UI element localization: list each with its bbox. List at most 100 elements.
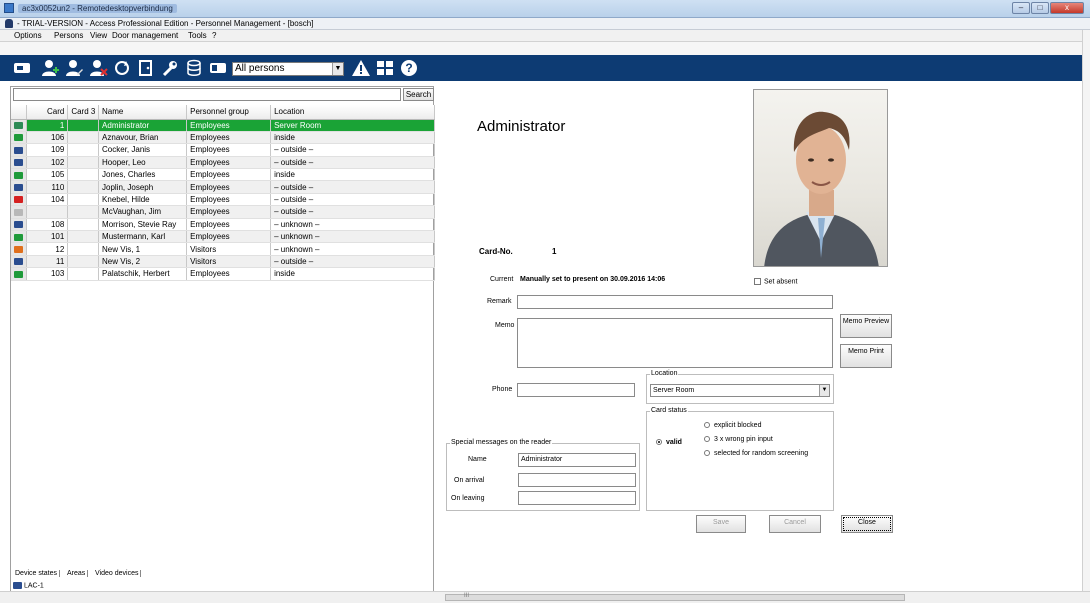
status-wrong-pin-radio[interactable]: 3 x wrong pin input [704, 436, 773, 443]
memo-preview-button[interactable]: Memo Preview [840, 314, 892, 338]
person-table: Card Card 3 Name Personnel group Locatio… [11, 105, 435, 281]
table-row[interactable]: McVaughan, Jim Employees – outside – [11, 205, 435, 219]
cell-card: 101 [26, 230, 69, 244]
scroll-thumb[interactable]: III [445, 593, 905, 601]
close-window-button[interactable]: x [1050, 2, 1084, 14]
id-card-icon [14, 208, 23, 216]
column-header-icon[interactable] [11, 105, 28, 120]
cell-card: 106 [26, 131, 69, 145]
id-card-icon [14, 221, 23, 229]
close-button[interactable]: Close [841, 515, 893, 533]
on-leaving-field[interactable] [518, 491, 636, 505]
tab-areas[interactable]: Areas [65, 570, 89, 577]
memo-print-button[interactable]: Memo Print [840, 344, 892, 368]
status-valid-radio[interactable]: valid [656, 439, 682, 446]
wrench-icon[interactable] [160, 58, 180, 78]
table-row[interactable]: 106 Aznavour, Brian Employees inside [11, 131, 435, 145]
table-row[interactable]: 108 Morrison, Stevie Ray Employees – unknow… [11, 218, 435, 232]
grid-view-icon[interactable] [375, 58, 395, 78]
alarm-warning-icon[interactable] [351, 58, 371, 78]
menu-tools[interactable]: Tools [188, 31, 207, 40]
card-status-caption: Card status [650, 407, 688, 414]
set-absent-checkbox[interactable]: Set absent [754, 278, 797, 285]
search-input[interactable] [13, 88, 401, 101]
status-blocked-radio[interactable]: explicit blocked [704, 422, 761, 429]
cell-card3 [67, 205, 100, 219]
cell-personnel-group: Employees [186, 230, 272, 244]
person-app-icon [5, 19, 13, 28]
cell-card3 [67, 255, 100, 269]
chevron-down-icon[interactable]: ▼ [332, 63, 343, 75]
on-arrival-field[interactable] [518, 473, 636, 487]
memo-textarea[interactable] [517, 318, 833, 368]
badge-icon[interactable] [208, 58, 228, 78]
table-row[interactable]: 109 Cocker, Janis Employees – outside – [11, 143, 435, 157]
table-row[interactable]: 101 Mustermann, Karl Employees – unknown – [11, 230, 435, 244]
column-header-card[interactable]: Card [26, 105, 69, 120]
vertical-scrollbar[interactable] [1082, 30, 1090, 591]
refresh-icon[interactable] [112, 58, 132, 78]
cell-personnel-group: Employees [186, 193, 272, 207]
cancel-button[interactable]: Cancel [769, 515, 821, 533]
tab-device-states[interactable]: Device states [13, 570, 61, 577]
card-reader-icon[interactable] [12, 58, 32, 78]
row-status-icon [11, 230, 28, 244]
edit-person-icon[interactable] [64, 58, 84, 78]
row-status-icon [11, 193, 28, 207]
menu-view[interactable]: View [90, 31, 107, 40]
remark-field[interactable] [517, 295, 833, 309]
table-row[interactable]: 110 Joplin, Joseph Employees – outside – [11, 180, 435, 194]
menu-options[interactable]: Options [14, 31, 42, 40]
menu-persons[interactable]: Persons [54, 31, 83, 40]
cell-name: Mustermann, Karl [98, 230, 188, 244]
tab-video-devices[interactable]: Video devices [93, 570, 142, 577]
column-header-location[interactable]: Location [270, 105, 435, 120]
menu-help[interactable]: ? [212, 31, 216, 40]
controller-icon [13, 582, 22, 589]
search-button[interactable]: Search [403, 88, 434, 101]
reader-name-field[interactable]: Administrator [518, 453, 636, 467]
phone-field[interactable] [517, 383, 635, 397]
device-list-item[interactable]: LAC-1 [13, 582, 44, 589]
person-filter-value: All persons [235, 63, 285, 74]
remote-desktop-icon [4, 3, 14, 13]
save-button[interactable]: Save [696, 515, 746, 533]
id-card-icon [14, 258, 23, 266]
table-row[interactable]: 102 Hooper, Leo Employees – outside – [11, 156, 435, 170]
table-row[interactable]: 103 Palatschik, Herbert Employees inside [11, 267, 435, 281]
row-status-icon [11, 131, 28, 145]
table-row[interactable]: 105 Jones, Charles Employees inside [11, 168, 435, 182]
cell-personnel-group: Employees [186, 156, 272, 170]
cell-card3 [67, 230, 100, 244]
table-row[interactable]: 104 Knebel, Hilde Employees – outside – [11, 193, 435, 207]
table-row[interactable]: 12 New Vis, 1 Visitors – unknown – [11, 242, 435, 256]
location-select[interactable]: Server Room ▼ [650, 384, 830, 397]
set-absent-label: Set absent [764, 278, 798, 286]
horizontal-scrollbar[interactable]: III [0, 591, 1090, 603]
table-row[interactable]: 11 New Vis, 2 Visitors – outside – [11, 255, 435, 269]
cell-card: 105 [26, 168, 69, 182]
chevron-down-icon[interactable]: ▼ [819, 385, 829, 396]
cell-name: Aznavour, Brian [98, 131, 188, 145]
cell-name: Cocker, Janis [98, 143, 188, 157]
status-random-radio[interactable]: selected for random screening [704, 450, 808, 457]
cell-card3 [67, 193, 100, 207]
column-header-personnel-group[interactable]: Personnel group [186, 105, 272, 120]
minimize-button[interactable]: – [1012, 2, 1030, 14]
door-icon[interactable] [136, 58, 156, 78]
person-filter-select[interactable]: All persons ▼ [232, 62, 344, 76]
maximize-button[interactable]: □ [1031, 2, 1049, 14]
add-person-icon[interactable] [40, 58, 60, 78]
column-header-name[interactable]: Name [98, 105, 188, 120]
table-row[interactable]: 1 Administrator Employees Server Room [11, 119, 435, 132]
location-select-value: Server Room [653, 387, 695, 394]
cell-personnel-group: Employees [186, 218, 272, 232]
menu-door-management[interactable]: Door management [112, 31, 178, 40]
column-header-card3[interactable]: Card 3 [67, 105, 100, 120]
delete-person-icon[interactable] [88, 58, 108, 78]
cell-location: – outside – [270, 205, 435, 219]
help-icon[interactable]: ? [399, 58, 419, 78]
database-icon[interactable] [184, 58, 204, 78]
person-name-heading: Administrator [477, 118, 566, 135]
current-label: Current [490, 276, 514, 283]
